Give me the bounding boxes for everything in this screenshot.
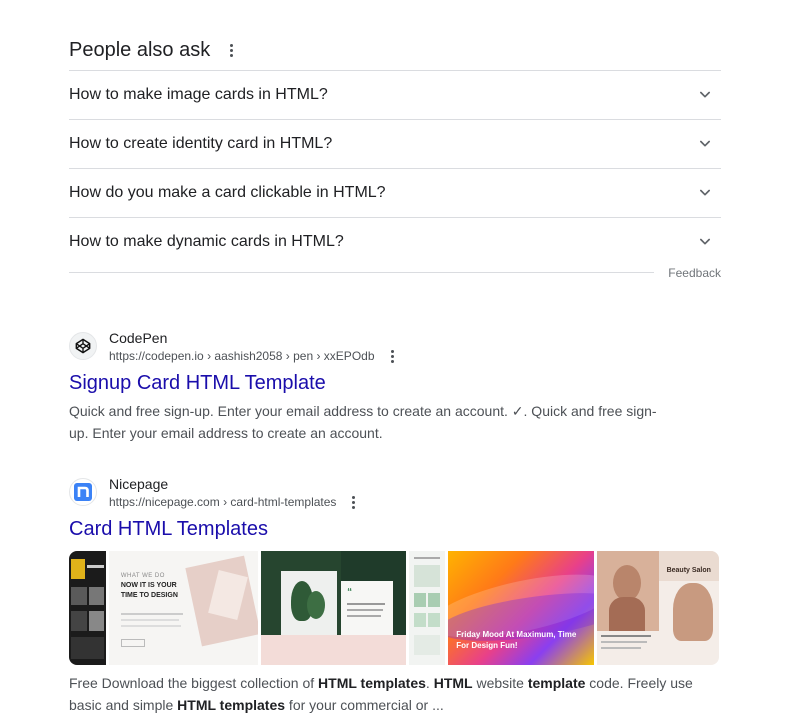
site-name: CodePen [109,329,168,346]
people-also-ask: People also ask How to make image cards … [69,30,721,266]
result-source-text: CodePen https://codepen.io › aashish2058… [109,328,398,365]
snippet-bold: template [527,675,586,691]
feedback-link[interactable]: Feedback [654,266,721,280]
thumbnail-heading: Beauty Salon [666,567,711,574]
result-snippet: Free Download the biggest collection of … [69,672,709,716]
snippet-text: Free Download the biggest collection of [69,675,319,691]
more-options-icon[interactable] [387,348,398,365]
paa-question-3[interactable]: How do you make a card clickable in HTML… [69,169,721,218]
template-thumbnail-2[interactable]: WHAT WE DO NOW IT IS YOUR TIME TO DESIGN [108,551,259,665]
snippet-text: website [472,675,528,691]
result-source-text: Nicepage https://nicepage.com › card-htm… [109,474,359,511]
snippet-bold: HTML templates [177,697,286,713]
result-url[interactable]: https://nicepage.com › card-html-templat… [109,494,336,510]
codepen-logo-icon [75,338,91,354]
result-url[interactable]: https://codepen.io › aashish2058 › pen ›… [109,348,375,364]
snippet-text: for your commercial or ... [285,697,444,713]
paa-question-text: How to create identity card in HTML? [69,135,333,152]
more-options-icon[interactable] [348,494,359,511]
nicepage-favicon [69,478,97,506]
result-title-link[interactable]: Signup Card HTML Template [69,370,326,396]
snippet-text: . [425,675,434,691]
site-name: Nicepage [109,475,169,492]
paa-question-text: How to make dynamic cards in HTML? [69,233,344,250]
search-result-codepen: CodePen https://codepen.io › aashish2058… [69,326,721,444]
paa-divider [69,272,721,274]
image-thumbnail-strip: WHAT WE DO NOW IT IS YOUR TIME TO DESIGN… [69,551,719,665]
paa-question-1[interactable]: How to make image cards in HTML? [69,71,721,120]
more-options-icon[interactable] [226,42,237,59]
paa-header: People also ask [69,30,721,71]
search-result-nicepage: Nicepage https://nicepage.com › card-htm… [69,472,721,716]
thumbnail-caption: Friday Mood At Maximum, Time For Design … [456,630,577,650]
chevron-down-icon [700,189,710,196]
result-url-row: https://nicepage.com › card-html-templat… [109,494,359,511]
template-thumbnail-4[interactable] [409,551,446,665]
paa-question-text: How do you make a card clickable in HTML… [69,184,386,201]
result-source: Nicepage https://nicepage.com › card-htm… [69,472,721,512]
paa-question-text: How to make image cards in HTML? [69,86,328,103]
result-title-link[interactable]: Card HTML Templates [69,516,268,542]
template-thumbnail-3[interactable]: “ [261,551,407,665]
chevron-down-icon [700,140,710,147]
snippet-bold: HTML templates [318,675,426,691]
template-thumbnail-1[interactable] [69,551,106,665]
nicepage-logo-icon [74,483,92,501]
codepen-favicon [69,332,97,360]
template-thumbnail-6[interactable]: Beauty Salon [596,551,719,665]
thumbnail-heading: NOW IT IS YOUR TIME TO DESIGN [120,582,178,599]
result-url-row: https://codepen.io › aashish2058 › pen ›… [109,348,398,365]
chevron-down-icon [700,91,710,98]
result-source: CodePen https://codepen.io › aashish2058… [69,326,721,366]
result-snippet: Quick and free sign-up. Enter your email… [69,403,657,441]
paa-question-2[interactable]: How to create identity card in HTML? [69,120,721,169]
thumbnail-label: WHAT WE DO [120,573,165,579]
paa-question-4[interactable]: How to make dynamic cards in HTML? [69,218,721,266]
template-thumbnail-5[interactable]: Friday Mood At Maximum, Time For Design … [448,551,594,665]
paa-title: People also ask [69,38,211,61]
chevron-down-icon [700,238,710,245]
snippet-bold: HTML [433,675,473,691]
